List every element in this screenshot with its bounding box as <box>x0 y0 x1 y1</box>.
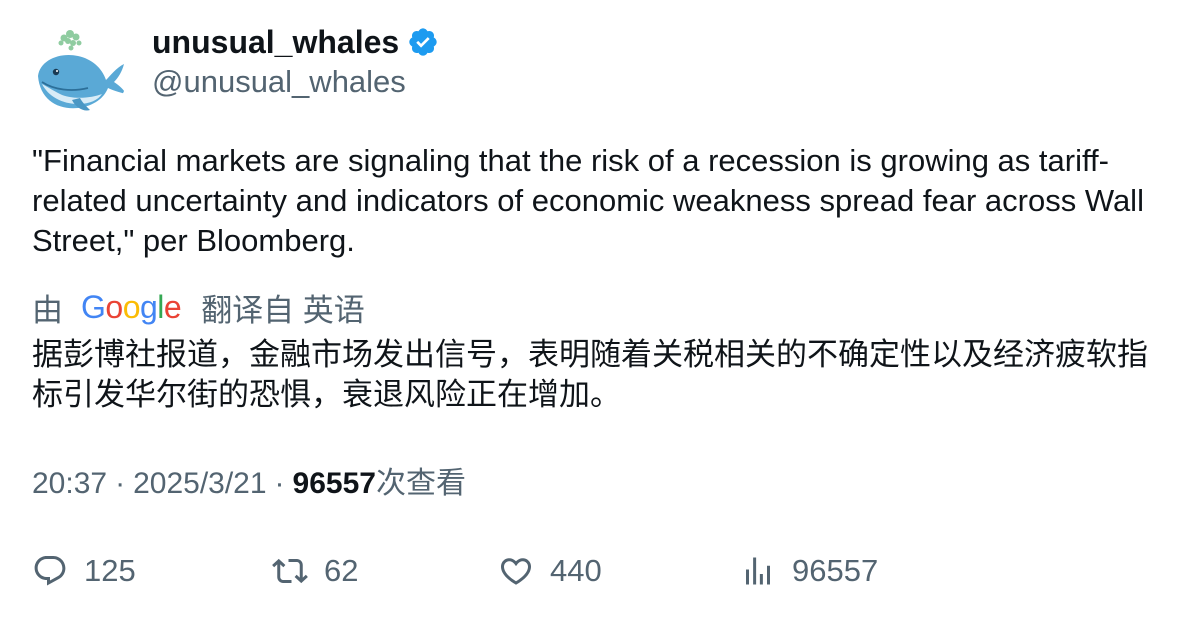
translation-prefix: 由 <box>32 292 63 328</box>
retweet-button[interactable]: 62 <box>272 551 358 591</box>
avatar[interactable] <box>32 24 128 120</box>
views-button[interactable]: 96557 <box>740 551 878 591</box>
translation-suffix: 翻译自 英语 <box>201 292 365 328</box>
google-letter: g <box>139 288 158 325</box>
tweet-time[interactable]: 20:37 <box>32 464 107 504</box>
action-bar: 125 62 440 96557 <box>32 551 1172 591</box>
tweet-meta: 20:37 · 2025/3/21 · 96557 次查看 <box>32 464 466 504</box>
meta-separator: · <box>274 467 285 500</box>
author-handle[interactable]: @unusual_whales <box>152 62 406 102</box>
analytics-icon <box>746 557 770 585</box>
reply-icon <box>34 556 66 586</box>
translation-attribution[interactable]: 由 Google 翻译自 英语 <box>32 287 365 328</box>
like-count: 440 <box>550 553 602 588</box>
google-letter: o <box>122 288 141 325</box>
retweet-count: 62 <box>324 553 359 588</box>
google-letter: e <box>163 288 182 325</box>
views-count: 96557 <box>292 467 376 500</box>
whale-logo-icon <box>32 24 128 120</box>
author-name[interactable]: unusual_whales <box>152 22 439 62</box>
google-logo: Google <box>81 288 182 326</box>
translated-text: 据彭博社报道，金融市场发出信号，表明随着关税相关的不确定性以及经济疲软指标引发华… <box>32 337 1148 412</box>
heart-icon <box>500 558 532 585</box>
google-letter: l <box>157 288 164 325</box>
views-label: 次查看 <box>375 467 466 500</box>
tweet-date[interactable]: 2025/3/21 <box>133 464 266 504</box>
meta-separator: · <box>115 467 126 500</box>
tweet-text: "Financial markets are signaling that th… <box>32 143 1144 258</box>
google-letter: o <box>105 288 123 325</box>
like-button[interactable]: 440 <box>498 551 602 591</box>
retweet-icon <box>272 558 308 584</box>
reply-button[interactable]: 125 <box>32 551 136 591</box>
reply-count: 125 <box>84 553 136 588</box>
views-action-count: 96557 <box>792 553 879 588</box>
author-name-text: unusual_whales <box>152 24 400 60</box>
google-letter: G <box>81 288 106 325</box>
verified-badge-icon <box>409 28 437 56</box>
